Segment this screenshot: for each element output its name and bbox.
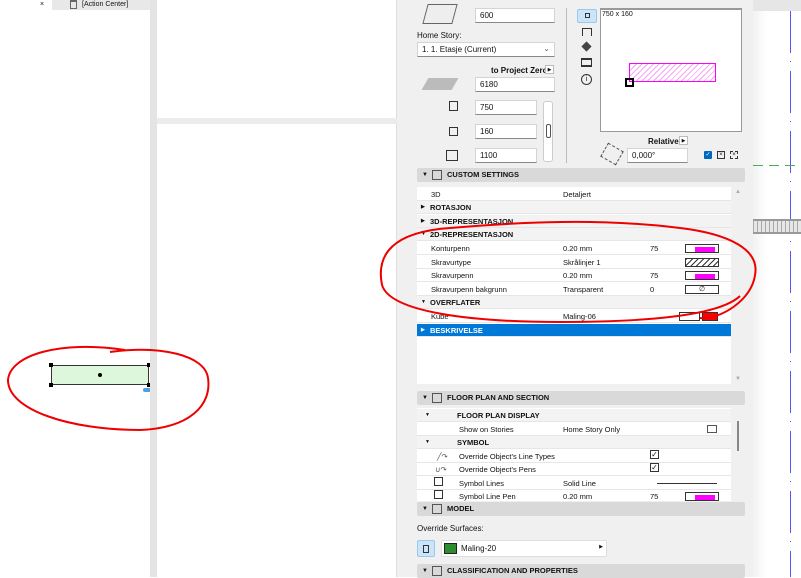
- annotation-circle-object: [6, 345, 210, 432]
- annotation-overlay: [6, 220, 757, 432]
- annotation-circle-settings: [379, 220, 757, 324]
